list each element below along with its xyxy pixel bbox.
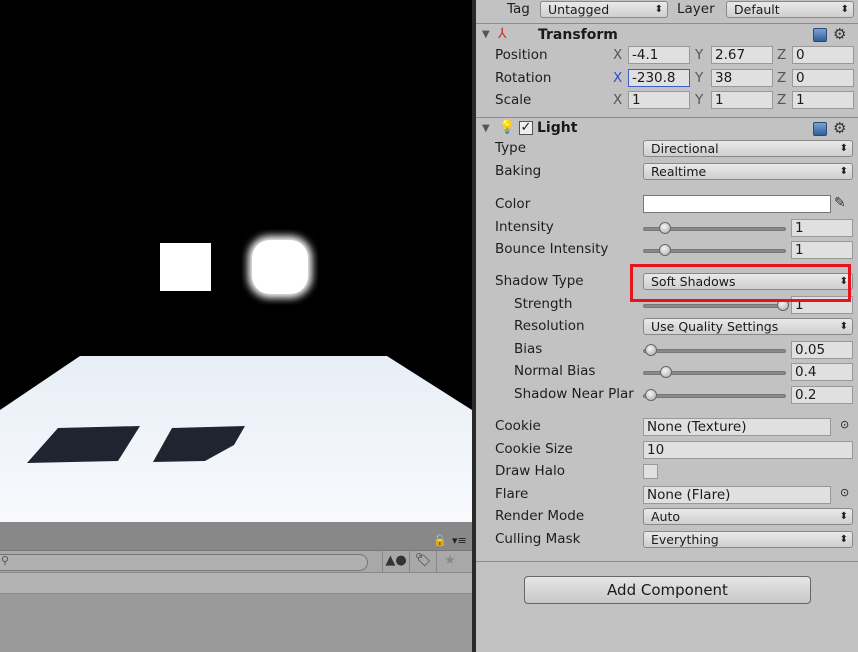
bias-label: Bias — [514, 341, 543, 357]
rotation-y-field[interactable]: 38 — [711, 69, 773, 87]
filter-by-label-icon[interactable]: 🏷 — [409, 550, 436, 573]
object-picker-icon[interactable]: ⊙ — [840, 418, 849, 431]
rotation-z-field[interactable]: 0 — [792, 69, 854, 87]
flare-label: Flare — [495, 486, 529, 502]
cookie-object-field[interactable]: None (Texture) — [643, 418, 831, 436]
scale-y-field[interactable]: 1 — [711, 91, 773, 109]
rotation-x-field[interactable]: -230.8 — [628, 69, 690, 87]
help-icon[interactable] — [813, 28, 827, 42]
axis-label-x: X — [613, 92, 623, 108]
intensity-label: Intensity — [495, 219, 554, 235]
bias-field[interactable]: 0.05 — [791, 341, 853, 359]
bounce-label: Bounce Intensity — [495, 241, 609, 257]
bias-slider-handle[interactable] — [645, 344, 658, 356]
foldout-arrow-icon[interactable]: ▼ — [482, 123, 490, 134]
scene-render — [0, 236, 472, 522]
tag-label: Tag — [507, 1, 530, 17]
bias-slider-track[interactable] — [643, 349, 786, 353]
culling-mask-dropdown[interactable]: Everything — [643, 531, 853, 548]
normal-bias-label: Normal Bias — [514, 363, 596, 379]
gear-icon[interactable]: ⚙ — [833, 25, 846, 43]
foldout-arrow-icon[interactable]: ▼ — [482, 29, 490, 40]
baking-label: Baking — [495, 163, 542, 179]
lock-icon[interactable]: 🔓 — [433, 534, 447, 547]
type-label: Type — [495, 140, 527, 156]
light-enabled-checkbox[interactable]: ✓ — [519, 121, 533, 135]
shadow-type-label: Shadow Type — [495, 273, 584, 289]
layer-dropdown[interactable]: Default — [726, 1, 854, 18]
color-label: Color — [495, 196, 531, 212]
scale-label: Scale — [495, 92, 532, 108]
axis-label-z: Z — [777, 70, 787, 86]
normal-bias-slider-handle[interactable] — [659, 366, 672, 378]
cube — [160, 243, 211, 291]
intensity-field[interactable]: 1 — [791, 219, 853, 237]
object-picker-icon[interactable]: ⊙ — [840, 486, 849, 499]
project-panel: 🔓 ▾≡ ⚲ ▲● 🏷 ★ — [0, 522, 472, 652]
position-z-field[interactable]: 0 — [792, 46, 854, 64]
bounce-field[interactable]: 1 — [791, 241, 853, 259]
axis-label-z: Z — [777, 92, 787, 108]
eyedropper-icon[interactable]: ✎ — [834, 195, 846, 211]
inspector-panel: Tag Untagged Layer Default ▼ ⅄ Transform… — [476, 0, 858, 652]
filter-by-type-icon[interactable]: ▲● — [382, 550, 409, 573]
scale-x-field[interactable]: 1 — [628, 91, 690, 109]
color-swatch[interactable] — [643, 195, 831, 213]
intensity-slider-handle[interactable] — [658, 222, 671, 234]
cookie-size-field[interactable]: 10 — [643, 441, 853, 459]
cookie-label: Cookie — [495, 418, 541, 434]
search-input[interactable]: ⚲ — [0, 554, 368, 571]
favorites-star-icon[interactable]: ★ — [436, 550, 463, 573]
culling-mask-label: Culling Mask — [495, 531, 581, 547]
add-component-button[interactable]: Add Component — [524, 576, 811, 604]
layer-label: Layer — [677, 1, 715, 17]
menu-icon[interactable]: ▾≡ — [452, 534, 467, 547]
axis-label-y: Y — [695, 47, 704, 63]
position-x-field[interactable]: -4.1 — [628, 46, 690, 64]
light-title: Light — [537, 120, 578, 136]
axis-label-z: Z — [777, 47, 787, 63]
search-icon: ⚲ — [1, 554, 10, 567]
near-plane-slider-handle[interactable] — [644, 389, 657, 401]
help-icon[interactable] — [813, 122, 827, 136]
breadcrumb-bar — [0, 573, 472, 594]
resolution-label: Resolution — [514, 318, 585, 334]
transform-title: Transform — [538, 27, 618, 43]
transform-icon: ⅄ — [498, 26, 507, 42]
draw-halo-checkbox[interactable] — [643, 464, 658, 479]
gear-icon[interactable]: ⚙ — [833, 119, 846, 137]
position-label: Position — [495, 47, 548, 63]
baking-dropdown[interactable]: Realtime — [643, 163, 853, 180]
render-mode-dropdown[interactable]: Auto — [643, 508, 853, 525]
strength-label: Strength — [514, 296, 573, 312]
cookie-size-label: Cookie Size — [495, 441, 573, 457]
bounce-slider-handle[interactable] — [658, 244, 671, 256]
light-bulb-icon: 💡 — [499, 120, 516, 135]
scene-view[interactable] — [0, 0, 472, 522]
scale-z-field[interactable]: 1 — [792, 91, 854, 109]
render-mode-label: Render Mode — [495, 508, 585, 524]
draw-halo-label: Draw Halo — [495, 463, 565, 479]
strength-slider-track[interactable] — [643, 304, 786, 308]
type-dropdown[interactable]: Directional — [643, 140, 853, 157]
flare-object-field[interactable]: None (Flare) — [643, 486, 831, 504]
rotation-label: Rotation — [495, 70, 552, 86]
near-plane-field[interactable]: 0.2 — [791, 386, 853, 404]
normal-bias-field[interactable]: 0.4 — [791, 363, 853, 381]
axis-label-x: X — [613, 70, 623, 86]
near-plane-label: Shadow Near Plar — [514, 386, 634, 402]
sphere — [252, 240, 308, 294]
tag-dropdown[interactable]: Untagged — [540, 1, 668, 18]
axis-label-x: X — [613, 47, 623, 63]
highlight-box — [630, 264, 851, 302]
axis-label-y: Y — [695, 70, 704, 86]
resolution-dropdown[interactable]: Use Quality Settings — [643, 318, 853, 335]
axis-label-y: Y — [695, 92, 704, 108]
panel-header: 🔓 ▾≡ — [0, 522, 472, 550]
position-y-field[interactable]: 2.67 — [711, 46, 773, 64]
near-plane-slider-track[interactable] — [643, 394, 786, 398]
